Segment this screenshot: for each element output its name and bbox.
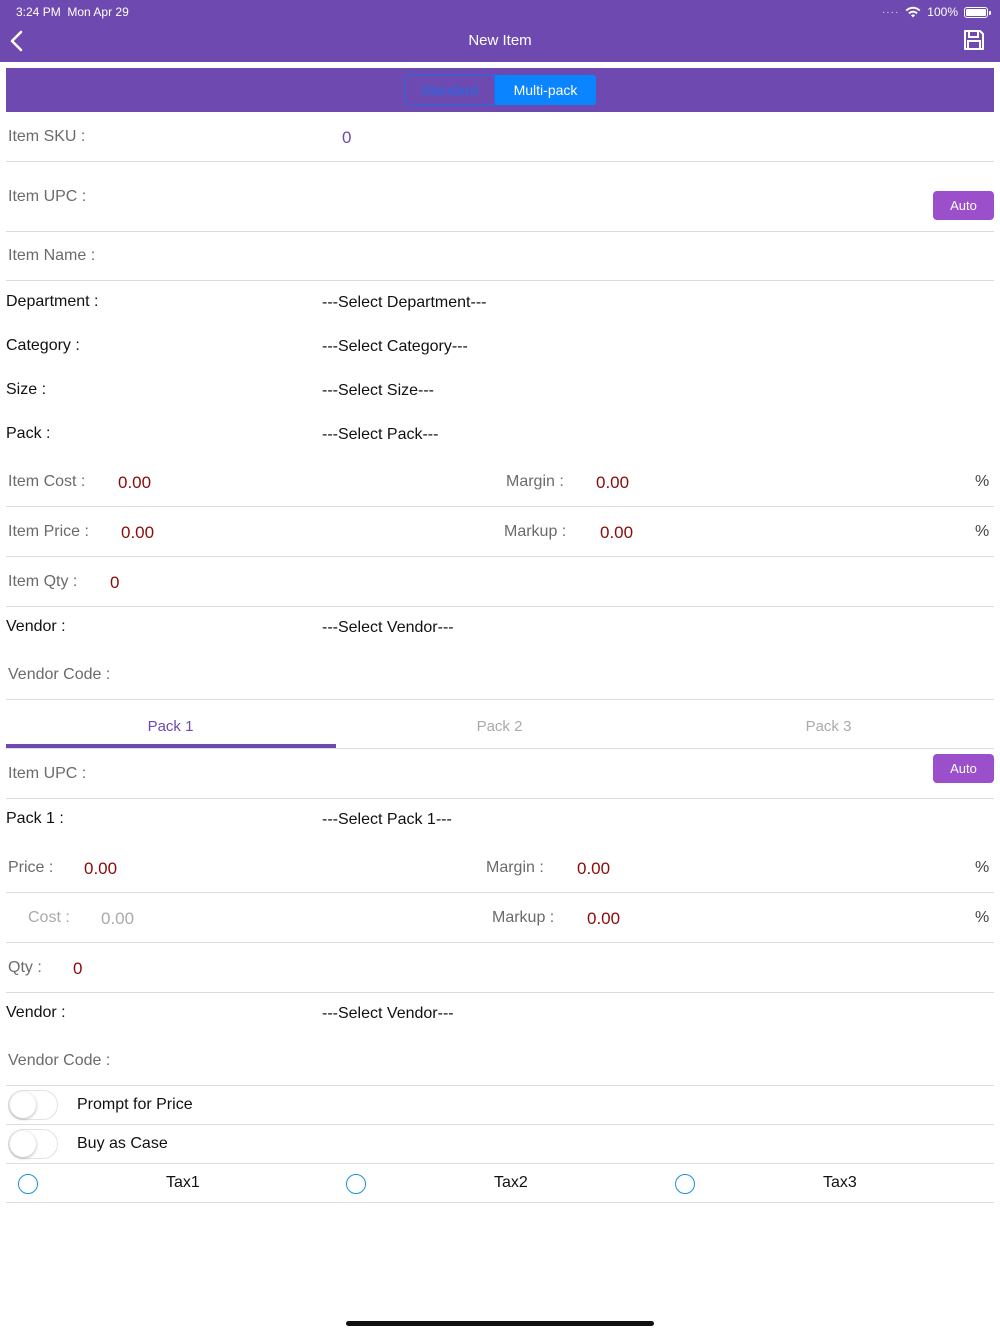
pack-label: Pack : [6,425,51,442]
size-select[interactable]: ---Select Size--- [322,382,434,400]
pack-markup-value[interactable]: 0.00 [587,909,620,929]
pack-margin-label: Margin : [486,859,544,876]
pack-margin-percent: % [975,859,990,876]
margin-percent: % [975,473,990,490]
pack-cost-label: Cost : [28,909,70,926]
pack-upc-label: Item UPC : [8,765,87,782]
divider [6,1124,994,1125]
markup-label: Markup : [504,523,567,540]
item-price-label: Item Price : [8,523,89,540]
status-indicators: ···· 100% [881,5,991,19]
margin-value[interactable]: 0.00 [596,473,629,493]
pack-auto-upc-button[interactable]: Auto [933,754,994,783]
divider [6,892,994,893]
divider [6,1202,994,1203]
tax3-label: Tax3 [823,1174,857,1191]
vendor-code-label: Vendor Code : [8,666,111,683]
item-qty-label: Item Qty : [8,573,78,590]
battery-percent: 100% [927,5,958,19]
divider [6,606,994,607]
item-sku-value[interactable]: 0 [342,128,351,148]
save-button[interactable] [962,28,988,54]
divider [6,161,994,162]
pack-vendor-code-label: Vendor Code : [8,1052,111,1069]
auto-upc-button[interactable]: Auto [933,191,994,220]
item-sku-label: Item SKU : [8,128,86,145]
status-time: 3:24 PM Mon Apr 29 [16,5,129,19]
vendor-label: Vendor : [6,618,66,635]
department-label: Department : [6,293,99,310]
item-qty-value[interactable]: 0 [110,573,119,593]
item-cost-label: Item Cost : [8,473,86,490]
divider [6,280,994,281]
battery-icon [964,6,991,18]
category-select[interactable]: ---Select Category--- [322,338,468,356]
pack-vendor-label: Vendor : [6,1004,66,1021]
floppy-disk-icon [964,30,984,50]
pack-markup-label: Markup : [492,909,555,926]
item-cost-value[interactable]: 0.00 [118,473,151,493]
pack-1-label: Pack 1 : [6,810,64,827]
item-name-label: Item Name : [8,247,96,264]
tab-pack-2[interactable]: Pack 2 [335,704,664,748]
divider [6,1085,994,1086]
pack-select[interactable]: ---Select Pack--- [322,426,438,444]
segment-multi-pack[interactable]: Multi-pack [495,75,596,105]
buy-as-case-label: Buy as Case [77,1135,168,1152]
item-upc-label: Item UPC : [8,188,87,205]
nav-bar: 3:24 PM Mon Apr 29 ···· 100% New Item [0,0,1000,62]
pack-margin-value[interactable]: 0.00 [577,859,610,879]
home-indicator[interactable] [346,1321,654,1326]
pack-markup-percent: % [975,909,990,926]
tax2-radio[interactable] [346,1174,366,1194]
markup-percent: % [975,523,990,540]
vendor-select[interactable]: ---Select Vendor--- [322,619,454,637]
tax1-radio[interactable] [18,1174,38,1194]
pack-1-select[interactable]: ---Select Pack 1--- [322,811,452,829]
divider [6,942,994,943]
divider [6,556,994,557]
pack-qty-value[interactable]: 0 [73,959,82,979]
divider [6,506,994,507]
divider [6,1163,994,1164]
department-select[interactable]: ---Select Department--- [322,294,486,312]
pack-vendor-select[interactable]: ---Select Vendor--- [322,1005,454,1023]
tax3-radio[interactable] [675,1174,695,1194]
tab-pack-1[interactable]: Pack 1 [6,704,335,748]
prompt-for-price-toggle[interactable] [8,1090,58,1120]
margin-label: Margin : [506,473,564,490]
category-label: Category : [6,337,80,354]
size-label: Size : [6,381,47,398]
signal-icon: ···· [881,6,900,18]
wifi-icon [905,6,921,18]
pack-price-value[interactable]: 0.00 [84,859,117,879]
divider [6,699,994,700]
divider [6,992,994,993]
page-title: New Item [468,32,532,49]
tax2-label: Tax2 [494,1174,528,1191]
item-price-value[interactable]: 0.00 [121,523,154,543]
pack-cost-value: 0.00 [101,909,135,928]
divider [6,748,994,749]
buy-as-case-toggle[interactable] [8,1129,58,1159]
divider [6,798,994,799]
pack-price-label: Price : [8,859,54,876]
segment-bar: Standard Multi-pack [6,68,994,112]
prompt-for-price-label: Prompt for Price [77,1096,193,1113]
tax1-label: Tax1 [166,1174,200,1191]
segment-standard[interactable]: Standard [404,75,495,105]
divider [6,231,994,232]
pack-qty-label: Qty : [8,959,42,976]
markup-value[interactable]: 0.00 [600,523,633,543]
tab-pack-3[interactable]: Pack 3 [664,704,993,748]
